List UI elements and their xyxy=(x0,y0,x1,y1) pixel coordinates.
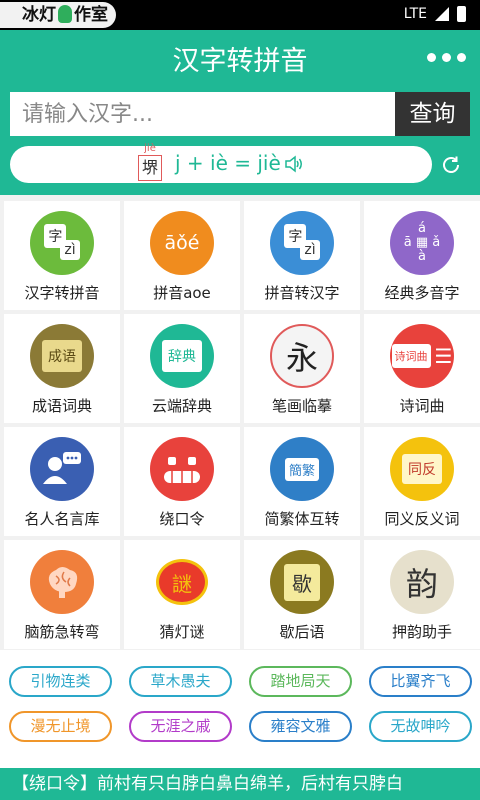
simp-trad-glyph: 簡繁 xyxy=(284,457,319,481)
grid-item-label: 成语词典 xyxy=(31,397,92,415)
grid-item-label: 汉字转拼音 xyxy=(24,284,100,302)
search-input[interactable] xyxy=(10,92,395,136)
synonym-glyph: 同反 xyxy=(402,454,442,484)
grid-item-label: 绕口令 xyxy=(159,510,205,528)
grid-item-label: 歇后语 xyxy=(279,623,325,641)
grid-item-label: 简繁体互转 xyxy=(264,510,340,528)
pinyin-result: jiè 堺 j + iè = jiè xyxy=(10,143,432,183)
idiom-tag[interactable]: 引物连类 xyxy=(9,666,112,697)
grid-item-xiehouyu[interactable]: 歇 歇后语 xyxy=(244,540,360,649)
grid-item-hanzi-pinyin[interactable]: 字 zì 汉字转拼音 xyxy=(4,201,120,310)
speaker-icon[interactable] xyxy=(284,154,304,174)
pinyin-hanzi-icon: 字 zì xyxy=(270,211,334,275)
brain-icon xyxy=(48,567,78,598)
grid-item-simp-trad[interactable]: 簡繁 简繁体互转 xyxy=(244,427,360,536)
status-bar: 冰灯 作室 LTE xyxy=(0,0,480,30)
aoe-icon: āǒé xyxy=(150,211,214,275)
brain-teaser-icon xyxy=(30,550,94,614)
cloud-dictionary-glyph: 辞典 xyxy=(162,340,202,372)
search-section: 查询 jiè 堺 j + iè = jiè xyxy=(0,82,480,195)
quotes-icon xyxy=(30,437,94,501)
idiom-tag[interactable]: 比翼齐飞 xyxy=(369,666,472,697)
grid-item-poetry[interactable]: 诗词曲 ☰ 诗词曲 xyxy=(364,314,480,423)
result-formula: j + iè = jiè xyxy=(175,151,281,175)
aoe-glyph: āǒé xyxy=(164,232,200,254)
grid-item-stroke-copy[interactable]: 永 笔画临摹 xyxy=(244,314,360,423)
more-dots-icon[interactable] xyxy=(427,53,466,62)
grid-item-label: 云端辞典 xyxy=(151,397,212,415)
tongue-twister-ticker[interactable]: 【绕口令】前村有只白脖白鼻白绵羊，后村有只脖白 xyxy=(0,768,480,800)
idiom-tag[interactable]: 草木愚夫 xyxy=(129,666,232,697)
poetry-glyph: 诗词曲 xyxy=(391,344,431,368)
tongue-twister-icon xyxy=(150,437,214,501)
watermark: 冰灯 作室 xyxy=(0,2,116,28)
grid-item-aoe[interactable]: āǒé 拼音aoe xyxy=(124,201,240,310)
idiom-glyph: 成语 xyxy=(42,340,82,372)
grid-item-label: 拼音转汉字 xyxy=(264,284,340,302)
idiom-tag[interactable]: 漫无止境 xyxy=(9,711,112,742)
app-bar: 汉字转拼音 xyxy=(0,30,480,82)
xiehouyu-glyph: 歇 xyxy=(284,563,320,601)
grid-item-label: 笔画临摹 xyxy=(271,397,332,415)
watermark-right: 作室 xyxy=(74,5,108,25)
grid-item-label: 同义反义词 xyxy=(384,510,460,528)
grid-item-label: 名人名言库 xyxy=(24,510,100,528)
grid-item-brain-teaser[interactable]: 脑筋急转弯 xyxy=(4,540,120,649)
grid-item-label: 脑筋急转弯 xyxy=(24,623,100,641)
grid-item-label: 拼音aoe xyxy=(153,284,211,302)
feature-grid: 字 zì 汉字转拼音 āǒé 拼音aoe 字 zì 拼音转汉字 áā ▦ ǎà 经典… xyxy=(0,195,480,650)
idiom-tag[interactable]: 雍容文雅 xyxy=(249,711,352,742)
hanzi-pinyin-icon: 字 zì xyxy=(30,211,94,275)
signal-icon xyxy=(435,7,449,21)
grid-item-pinyin-hanzi[interactable]: 字 zì 拼音转汉字 xyxy=(244,201,360,310)
search-button[interactable]: 查询 xyxy=(395,92,470,136)
synonym-icon: 同反 xyxy=(390,437,454,501)
grid-item-label: 经典多音字 xyxy=(384,284,460,302)
grid-item-quotes[interactable]: 名人名言库 xyxy=(4,427,120,536)
poetry-icon: 诗词曲 ☰ xyxy=(390,324,454,388)
battery-icon xyxy=(457,6,466,22)
network-type: LTE xyxy=(403,6,427,22)
grid-item-label: 诗词曲 xyxy=(399,397,445,415)
idiom-book-icon: 成语 xyxy=(30,324,94,388)
grid-item-cloud-dictionary[interactable]: 辞典 云端辞典 xyxy=(124,314,240,423)
grid-item-synonym[interactable]: 同反 同义反义词 xyxy=(364,427,480,536)
smile-face-icon xyxy=(164,457,200,483)
bulb-icon xyxy=(58,5,72,23)
idiom-tag[interactable]: 无涯之戚 xyxy=(129,711,232,742)
lantern-glyph: 謎 xyxy=(156,559,208,605)
idiom-tag[interactable]: 无故呻吟 xyxy=(369,711,472,742)
watermark-left: 冰灯 xyxy=(22,5,56,25)
rhyme-glyph: 韵 xyxy=(405,565,438,603)
page-title: 汉字转拼音 xyxy=(172,46,308,77)
grid-item-label: 猜灯谜 xyxy=(159,623,205,641)
result-char: 堺 xyxy=(138,155,162,181)
grid-item-duoyinzi[interactable]: áā ▦ ǎà 经典多音字 xyxy=(364,201,480,310)
grid-item-idiom[interactable]: 成语 成语词典 xyxy=(4,314,120,423)
grid-item-label: 押韵助手 xyxy=(391,623,452,641)
xiehouyu-icon: 歇 xyxy=(270,550,334,614)
rhyme-icon: 韵 xyxy=(390,550,454,614)
grid-item-tongue-twister[interactable]: 绕口令 xyxy=(124,427,240,536)
grid-item-lantern-riddle[interactable]: 謎 猜灯谜 xyxy=(124,540,240,649)
duoyinzi-icon: áā ▦ ǎà xyxy=(390,211,454,275)
idiom-tag[interactable]: 踏地局天 xyxy=(249,666,352,697)
idiom-tags: 引物连类 草木愚夫 踏地局天 比翼齐飞 漫无止境 无涯之戚 雍容文雅 无故呻吟 xyxy=(0,650,480,768)
grid-item-rhyme[interactable]: 韵 押韵助手 xyxy=(364,540,480,649)
cloud-dictionary-icon: 辞典 xyxy=(150,324,214,388)
person-speech-icon xyxy=(43,452,81,484)
result-char-pinyin: jiè xyxy=(144,143,156,154)
stroke-copy-glyph: 永 xyxy=(285,339,318,377)
status-indicators: LTE xyxy=(404,6,466,22)
refresh-icon[interactable] xyxy=(440,154,462,176)
simp-trad-icon: 簡繁 xyxy=(270,437,334,501)
lantern-riddle-icon: 謎 xyxy=(150,550,214,614)
stroke-copy-icon: 永 xyxy=(270,324,334,388)
